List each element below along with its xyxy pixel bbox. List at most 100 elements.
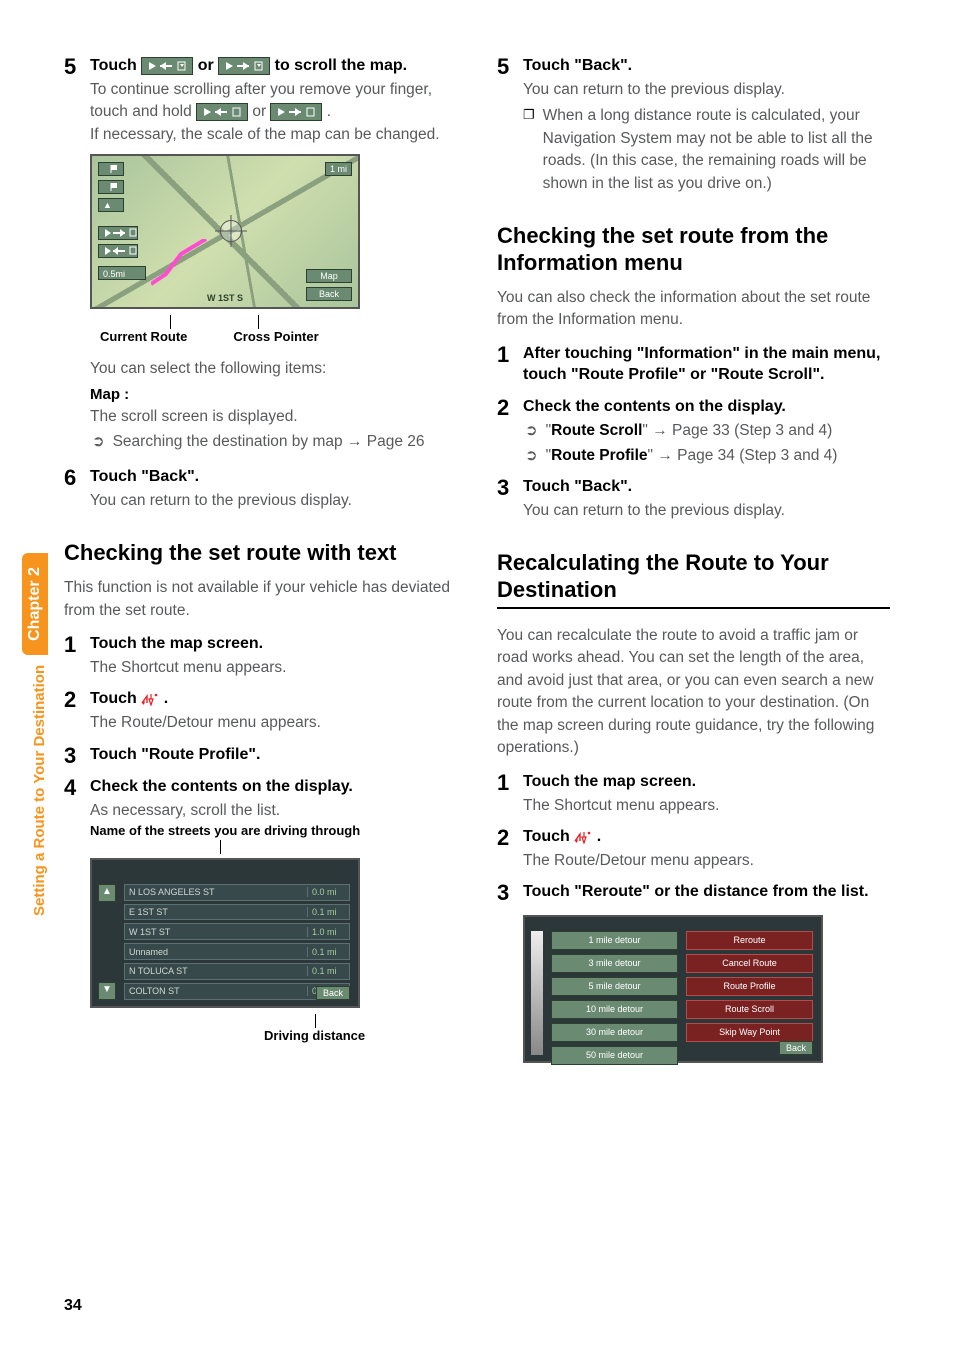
profile-caption-top: Name of the streets you are driving thro… <box>90 823 457 838</box>
ref-label: Route Profile <box>551 447 647 464</box>
page-ref: Page 26 <box>367 433 425 450</box>
left-column: 5 Touch or to scroll the map. To continu… <box>64 50 457 1063</box>
map-arrow-left-icon <box>98 244 138 258</box>
street-dist: 0.1 mi <box>307 907 349 917</box>
heading-check-route-text: Checking the set route with text <box>64 540 457 567</box>
profile-caption-bottom: Driving distance <box>264 1028 457 1043</box>
street-dist: 0.1 mi <box>307 947 349 957</box>
step-title: Touch "Back". <box>523 477 890 498</box>
step-title: Touch "Reroute" or the distance from the… <box>523 882 890 903</box>
step-number: 6 <box>64 467 82 512</box>
text: Searching the destination by map <box>113 433 347 450</box>
step6-text: You can return to the previous display. <box>90 490 457 512</box>
page-number: 34 <box>64 1297 82 1315</box>
detour-1mi-button: 1 mile detour <box>551 931 678 950</box>
reroute-screenshot: 1 mile detour Reroute 3 mile detour Canc… <box>523 915 823 1063</box>
street-dist: 0.0 mi <box>307 887 349 897</box>
heading-text: You can also check the information about… <box>497 287 890 332</box>
map-scale-button: 0.5mi <box>98 266 146 280</box>
map-label: Map : <box>90 385 457 405</box>
text: to scroll the map. <box>275 57 407 74</box>
route-line-icon <box>151 239 231 289</box>
info-step-3: 3 Touch "Back". You can return to the pr… <box>497 477 890 522</box>
page-ref: Page 34 (Step 3 and 4) <box>677 447 837 464</box>
step-number: 4 <box>64 777 82 822</box>
step-text: You can return to the previous display. <box>523 500 890 522</box>
skip-waypoint-button: Skip Way Point <box>686 1023 813 1042</box>
step-number: 2 <box>64 689 82 734</box>
street-name: W 1ST ST <box>125 927 307 937</box>
heading-check-route-info: Checking the set route from the Informat… <box>497 223 890 277</box>
img-label-current-route: Current Route <box>100 329 187 344</box>
ref-bullet-icon: ➲ <box>525 445 538 467</box>
profile-row: N LOS ANGELES ST0.0 mi <box>124 884 350 901</box>
street-name: COLTON ST <box>125 986 307 996</box>
step-title: Check the contents on the display. <box>90 777 457 798</box>
text-step-3: 3 Touch "Route Profile". <box>64 745 457 768</box>
recalc-step-3: 3 Touch "Reroute" or the distance from t… <box>497 882 890 905</box>
street-name: Unnamed <box>125 947 307 957</box>
step-title: Touch . <box>90 689 457 710</box>
step-number: 1 <box>64 634 82 679</box>
detour-50mi-button: 50 mile detour <box>551 1046 678 1065</box>
page-ref: Page 33 (Step 3 and 4) <box>672 422 832 439</box>
map-map-button: Map <box>306 269 352 283</box>
step-6: 6 Touch "Back". You can return to the pr… <box>64 467 457 512</box>
ref-text: Searching the destination by map → Page … <box>113 431 425 453</box>
map-flag-icon <box>98 162 124 176</box>
text: or <box>252 103 270 120</box>
reroute-button: Reroute <box>686 931 813 950</box>
text: Touch <box>90 57 141 74</box>
step-title: Touch . <box>523 827 890 848</box>
street-name: N LOS ANGELES ST <box>125 887 307 897</box>
recalc-step-1: 1 Touch the map screen. The Shortcut men… <box>497 772 890 817</box>
info-step-1: 1 After touching "Information" in the ma… <box>497 344 890 388</box>
step5-title: Touch or to scroll the map. <box>90 56 457 77</box>
step-title: Touch the map screen. <box>90 634 457 655</box>
map-arrow-right-icon <box>98 226 138 240</box>
detour-10mi-button: 10 mile detour <box>551 1000 678 1019</box>
text: Touch <box>90 690 141 707</box>
step-number: 1 <box>497 772 515 817</box>
scroll-down-icon: ▼ <box>98 982 116 1000</box>
step-title: Touch "Route Profile". <box>90 745 457 766</box>
step5-text2: If necessary, the scale of the map can b… <box>90 124 457 146</box>
step-title: Touch the map screen. <box>523 772 890 793</box>
side-section-label: Setting a Route to Your Destination <box>31 665 48 916</box>
street-name: N TOLUCA ST <box>125 966 307 976</box>
side-chapter-badge: Chapter 2 <box>22 553 48 655</box>
ref-bullet-icon: ➲ <box>525 420 538 442</box>
step-number: 5 <box>497 56 515 195</box>
text: . <box>164 690 168 707</box>
text-step-4: 4 Check the contents on the display. As … <box>64 777 457 822</box>
step-number: 3 <box>497 477 515 522</box>
profile-row: Unnamed0.1 mi <box>124 943 350 960</box>
detour-5mi-button: 5 mile detour <box>551 977 678 996</box>
heading-recalculating: Recalculating the Route to Your Destinat… <box>497 550 890 609</box>
right-step-5: 5 Touch "Back". You can return to the pr… <box>497 56 890 195</box>
map-back-button: Back <box>306 287 352 301</box>
text-step-1: 1 Touch the map screen. The Shortcut men… <box>64 634 457 679</box>
step-number: 2 <box>497 827 515 872</box>
profile-row: E 1ST ST0.1 mi <box>124 904 350 921</box>
note-text: When a long distance route is calculated… <box>543 105 890 195</box>
ref-line: "Route Profile" → Page 34 (Step 3 and 4) <box>546 445 838 467</box>
callout-line <box>90 840 360 854</box>
step5-text: To continue scrolling after you remove y… <box>90 79 457 124</box>
route-detour-icon <box>141 692 159 706</box>
detour-3mi-button: 3 mile detour <box>551 954 678 973</box>
profile-row: W 1ST ST1.0 mi <box>124 923 350 940</box>
info-step-2: 2 Check the contents on the display. ➲ "… <box>497 397 890 467</box>
scroll-right-button-icon <box>270 103 322 121</box>
step-title: After touching "Information" in the main… <box>523 344 890 386</box>
callout-lines <box>90 315 360 329</box>
map-street-label: W 1ST S <box>207 293 243 303</box>
step-text: You can return to the previous display. <box>523 79 890 101</box>
route-profile-button: Route Profile <box>686 977 813 996</box>
text-step-2: 2 Touch . The Route/Detour menu appears. <box>64 689 457 734</box>
text: or <box>198 57 218 74</box>
ref-line: "Route Scroll" → Page 33 (Step 3 and 4) <box>546 420 833 442</box>
step-5: 5 Touch or to scroll the map. To continu… <box>64 56 457 146</box>
profile-row: N TOLUCA ST0.1 mi <box>124 963 350 980</box>
step-text: The Shortcut menu appears. <box>523 795 890 817</box>
